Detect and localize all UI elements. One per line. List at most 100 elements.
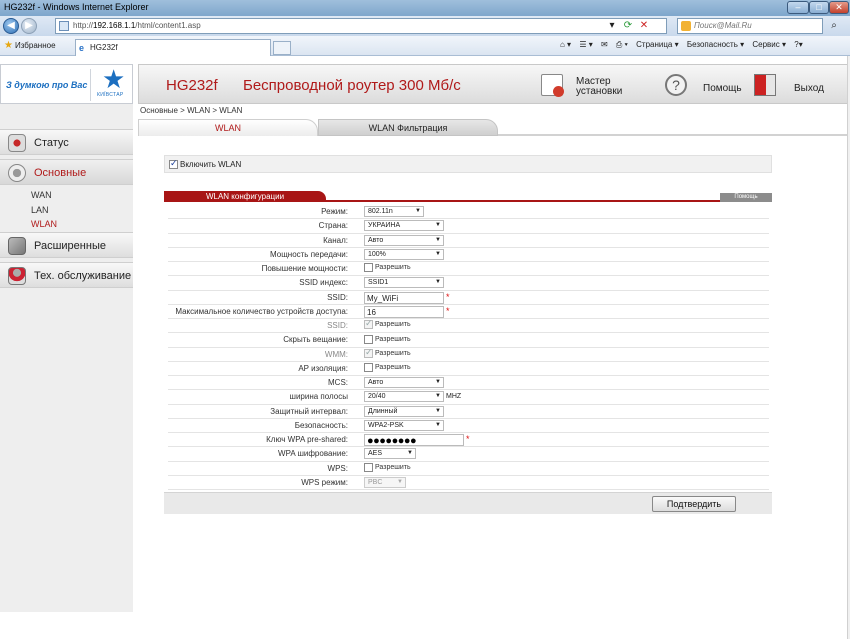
search-field[interactable]: Поиск@Mail.Ru bbox=[677, 18, 823, 34]
wps-mode-select[interactable]: PBC bbox=[364, 476, 406, 488]
exit-icon[interactable] bbox=[754, 74, 776, 96]
maintenance-icon bbox=[8, 267, 26, 285]
row-mcs: MCS: Авто bbox=[168, 376, 769, 391]
browser-tab[interactable]: e HG232f bbox=[75, 39, 271, 56]
back-button[interactable]: ◀ bbox=[3, 18, 19, 34]
ssid-index-select[interactable]: SSID1 bbox=[364, 277, 444, 289]
form-footer: Подтвердить bbox=[164, 492, 772, 514]
help-icon[interactable]: ? bbox=[665, 74, 687, 96]
logo-divider bbox=[90, 69, 91, 101]
search-icon[interactable]: ⌕ bbox=[826, 19, 842, 33]
row-ssid: SSID: My_WiFi * bbox=[168, 291, 769, 305]
row-wps: WPS: Разрешить bbox=[168, 462, 769, 476]
window-titlebar: HG232f - Windows Internet Explorer – □ ✕ bbox=[0, 0, 850, 16]
sidebar-item-status[interactable]: Статус bbox=[0, 129, 133, 155]
security-select[interactable]: WPA2-PSK bbox=[364, 419, 444, 431]
tools-icon bbox=[8, 237, 26, 255]
wizard-icon[interactable] bbox=[541, 74, 564, 97]
mcs-label: MCS: bbox=[328, 378, 348, 387]
required-mark: * bbox=[466, 434, 470, 444]
row-wpa-encryption: WPA шифрование: AES bbox=[168, 447, 769, 462]
hide-broadcast-checkbox[interactable] bbox=[364, 334, 373, 344]
guard-interval-select[interactable]: Длинный bbox=[364, 405, 444, 417]
hide-allow-label: Разрешить bbox=[375, 335, 411, 343]
help-menu-icon[interactable]: ?▾ bbox=[794, 40, 802, 49]
new-tab-button[interactable] bbox=[273, 41, 291, 55]
wpa-psk-input[interactable]: ●●●●●●●● bbox=[364, 434, 464, 447]
ssid-enable-label: SSID: bbox=[327, 321, 348, 330]
print-icon[interactable]: ⎙ ▾ bbox=[616, 40, 628, 49]
ssid-label: SSID: bbox=[327, 292, 348, 302]
power-boost-checkbox[interactable] bbox=[364, 263, 373, 273]
search-placeholder: Поиск@Mail.Ru bbox=[694, 21, 752, 30]
home-icon[interactable]: ⌂ ▾ bbox=[560, 40, 571, 49]
max-devices-input[interactable]: 16 bbox=[364, 305, 444, 318]
sidebar-subitem-wan[interactable]: WAN bbox=[31, 190, 52, 200]
ap-isolation-allow-label: Разрешить bbox=[375, 364, 411, 372]
sidebar-item-maintenance[interactable]: Тех. обслуживание bbox=[0, 262, 133, 288]
channel-select[interactable]: Авто bbox=[364, 234, 444, 246]
forward-button[interactable]: ▶ bbox=[21, 18, 37, 34]
stop-icon[interactable]: ✕ bbox=[636, 19, 652, 33]
sidebar-item-advanced[interactable]: Расширенные bbox=[0, 232, 133, 258]
tab-wlan-filter[interactable]: WLAN Фильтрация bbox=[318, 119, 498, 136]
page-icon bbox=[59, 21, 69, 31]
ap-isolation-checkbox[interactable] bbox=[364, 363, 373, 373]
wps-label: WPS: bbox=[327, 463, 348, 473]
url-path: /html/content1.asp bbox=[135, 21, 201, 30]
close-window-button[interactable]: ✕ bbox=[829, 1, 849, 14]
row-power-boost: Повышение мощности: Разрешить bbox=[168, 262, 769, 277]
sidebar-subitem-lan[interactable]: LAN bbox=[31, 205, 49, 215]
tx-power-select[interactable]: 100% bbox=[364, 248, 444, 260]
submit-button[interactable]: Подтвердить bbox=[652, 496, 736, 512]
guard-interval-label: Защитный интервал: bbox=[270, 406, 348, 416]
help-link[interactable]: Помощь bbox=[703, 83, 742, 94]
config-help-button[interactable]: Помощь bbox=[720, 193, 772, 202]
tx-power-label: Мощность передачи: bbox=[269, 249, 348, 259]
power-boost-allow-label: Разрешить bbox=[375, 264, 411, 272]
sidebar-item-basic[interactable]: Основные bbox=[0, 159, 133, 185]
dropdown-arrow-icon[interactable]: ▾ bbox=[604, 19, 620, 33]
refresh-icon[interactable]: ⟳ bbox=[620, 19, 636, 33]
country-select[interactable]: УКРАИНА bbox=[364, 220, 444, 232]
sidebar-item-label: Статус bbox=[34, 137, 69, 149]
ssid-index-label: SSID индекс: bbox=[299, 278, 348, 288]
url-field[interactable]: http://192.168.1.1/html/content1.asp bbox=[55, 18, 667, 34]
ssid-enable-checkbox[interactable] bbox=[364, 318, 373, 330]
row-ssid-enable: SSID: Разрешить bbox=[168, 318, 769, 334]
wizard-link[interactable]: Мастер установки bbox=[576, 77, 622, 97]
enable-wlan-label: Включить WLAN bbox=[180, 160, 242, 169]
wpa-encryption-label: WPA шифрование: bbox=[278, 449, 348, 459]
row-wpa-psk: Ключ WPA pre-shared: ●●●●●●●● * bbox=[168, 433, 769, 448]
tab-wlan[interactable]: WLAN bbox=[138, 119, 318, 136]
sidebar-subitem-wlan[interactable]: WLAN bbox=[31, 219, 57, 229]
ssid-input[interactable]: My_WiFi bbox=[364, 291, 444, 304]
feeds-icon[interactable]: ☰ ▾ bbox=[579, 40, 592, 49]
mail-icon[interactable]: ✉ bbox=[601, 40, 608, 49]
wps-allow-label: Разрешить bbox=[375, 463, 411, 471]
exit-link[interactable]: Выход bbox=[794, 83, 824, 94]
mode-select[interactable]: 802.11n bbox=[364, 206, 424, 217]
security-label: Безопасность: bbox=[294, 420, 348, 430]
address-bar: ◀ ▶ http://192.168.1.1/html/content1.asp… bbox=[0, 16, 850, 36]
minimize-button[interactable]: – bbox=[787, 1, 809, 14]
required-mark: * bbox=[446, 305, 450, 316]
wmm-checkbox[interactable] bbox=[364, 347, 373, 358]
row-mode: Режим: 802.11n bbox=[168, 205, 769, 220]
wmm-allow-label: Разрешить bbox=[375, 349, 411, 357]
wpa-encryption-select[interactable]: AES bbox=[364, 448, 416, 460]
maximize-button[interactable]: □ bbox=[809, 1, 829, 14]
bandwidth-select[interactable]: 20/40 bbox=[364, 391, 444, 403]
safety-menu[interactable]: Безопасность ▾ bbox=[687, 40, 744, 49]
mode-label: Режим: bbox=[321, 207, 348, 216]
row-wmm: WMM: Разрешить bbox=[168, 347, 769, 362]
page-menu[interactable]: Страница ▾ bbox=[636, 40, 679, 49]
favorites-button[interactable]: ★ Избранное bbox=[4, 40, 56, 51]
row-tx-power: Мощность передачи: 100% bbox=[168, 248, 769, 262]
mcs-select[interactable]: Авто bbox=[364, 377, 444, 388]
required-mark: * bbox=[446, 291, 450, 302]
gear-icon bbox=[8, 164, 26, 182]
wps-checkbox[interactable] bbox=[364, 462, 373, 472]
tools-menu[interactable]: Сервис ▾ bbox=[752, 40, 786, 49]
enable-wlan-checkbox[interactable] bbox=[169, 158, 178, 169]
